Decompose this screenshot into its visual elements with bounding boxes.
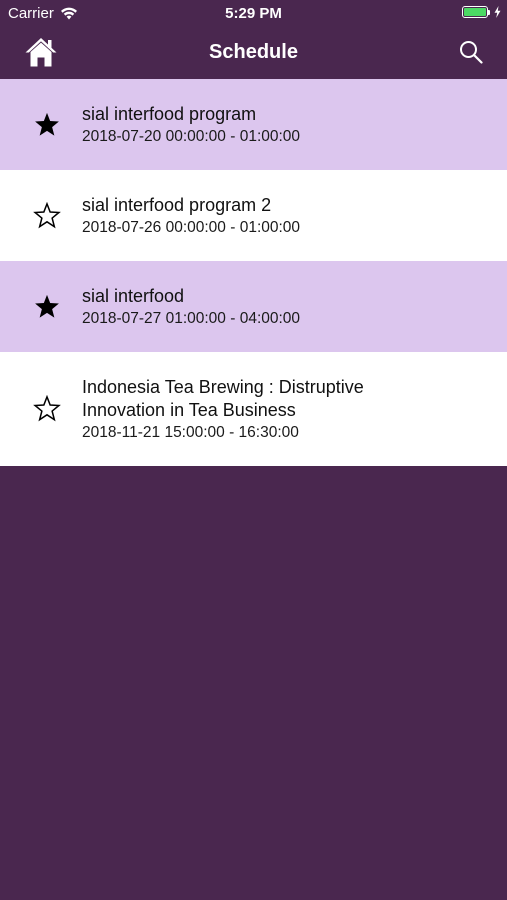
schedule-title: Indonesia Tea Brewing : Distruptive Inno… (82, 376, 364, 420)
status-time: 5:29 PM (225, 5, 282, 22)
schedule-screen: Carrier 5:29 PM Schedule sial interfood … (0, 0, 507, 900)
schedule-row-text: sial interfood 2018-07-27 01:00:00 - 04:… (82, 285, 300, 329)
battery-indicator (462, 6, 501, 18)
schedule-row-text: sial interfood program 2 2018-07-26 00:0… (82, 194, 300, 238)
search-icon[interactable] (459, 40, 483, 64)
schedule-row-text: Indonesia Tea Brewing : Distruptive Inno… (82, 376, 412, 443)
schedule-title: sial interfood program (82, 103, 257, 124)
schedule-datetime: 2018-07-27 01:00:00 - 04:00:00 (82, 309, 301, 327)
schedule-list: sial interfood program 2018-07-20 00:00:… (0, 79, 507, 466)
star-filled-icon[interactable] (33, 293, 61, 321)
schedule-datetime: 2018-11-21 15:00:00 - 16:30:00 (82, 423, 299, 441)
star-filled-icon[interactable] (33, 111, 61, 139)
battery-icon (462, 6, 488, 18)
schedule-row[interactable]: sial interfood program 2018-07-20 00:00:… (0, 79, 507, 170)
charging-bolt-icon (494, 6, 501, 18)
schedule-datetime: 2018-07-20 00:00:00 - 01:00:00 (82, 127, 301, 145)
status-bar: Carrier 5:29 PM (0, 0, 507, 28)
schedule-datetime: 2018-07-26 00:00:00 - 01:00:00 (82, 218, 301, 236)
schedule-row[interactable]: Indonesia Tea Brewing : Distruptive Inno… (0, 352, 507, 466)
page-title: Schedule (209, 41, 298, 63)
star-outline-icon[interactable] (33, 201, 61, 230)
navigation-bar: Schedule (0, 28, 507, 79)
star-outline-icon[interactable] (33, 395, 61, 423)
battery-tip (488, 9, 490, 15)
schedule-title: sial interfood (82, 285, 185, 306)
schedule-row[interactable]: sial interfood 2018-07-27 01:00:00 - 04:… (0, 261, 507, 352)
schedule-row-text: sial interfood program 2018-07-20 00:00:… (82, 103, 300, 147)
schedule-title: sial interfood program 2 (82, 194, 272, 215)
battery-level-fill (464, 8, 486, 16)
schedule-row[interactable]: sial interfood program 2 2018-07-26 00:0… (0, 170, 507, 261)
